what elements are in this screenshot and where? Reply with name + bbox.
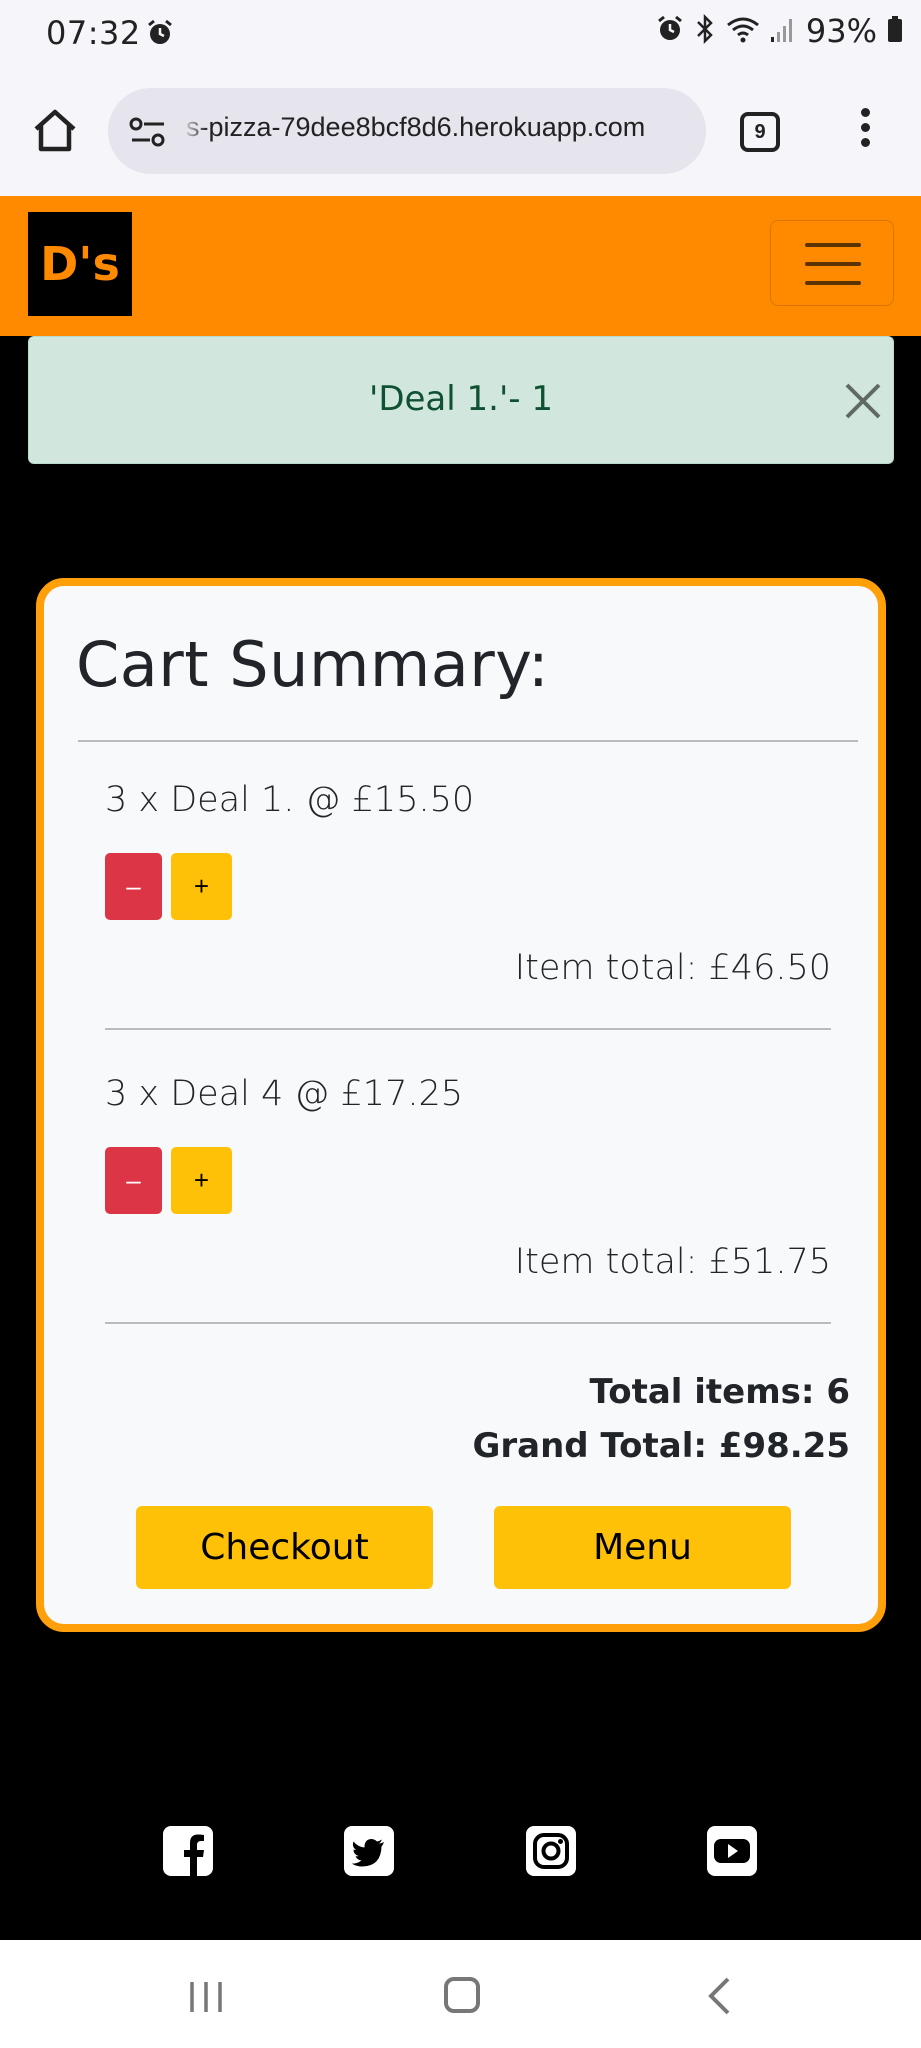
total-items: Total items: 6 bbox=[589, 1372, 850, 1412]
divider bbox=[78, 740, 858, 742]
cart-item-description: 3 x Deal 1. @ £15.50 bbox=[105, 780, 475, 820]
status-icons: 93% bbox=[656, 12, 903, 50]
youtube-icon[interactable] bbox=[707, 1826, 757, 1876]
page-title: Cart Summary: bbox=[76, 628, 550, 701]
close-icon[interactable] bbox=[841, 379, 885, 423]
increase-quantity-button[interactable]: + bbox=[171, 853, 232, 920]
item-total: Item total: £46.50 bbox=[514, 948, 831, 988]
wifi-icon bbox=[726, 15, 760, 48]
cart-item-description: 3 x Deal 4 @ £17.25 bbox=[105, 1074, 463, 1114]
more-options-icon[interactable] bbox=[850, 108, 880, 156]
alarm-icon bbox=[656, 15, 684, 48]
hamburger-menu-button[interactable] bbox=[770, 220, 894, 306]
increase-quantity-button[interactable]: + bbox=[171, 1147, 232, 1214]
signal-icon bbox=[770, 15, 796, 48]
twitter-icon[interactable] bbox=[344, 1826, 394, 1876]
bluetooth-icon bbox=[694, 13, 716, 49]
divider bbox=[105, 1322, 831, 1324]
decrease-quantity-button[interactable]: – bbox=[105, 1147, 162, 1214]
menu-button[interactable]: Menu bbox=[494, 1506, 791, 1589]
back-icon[interactable] bbox=[706, 1976, 732, 2021]
success-alert: 'Deal 1.'- 1 bbox=[28, 336, 894, 464]
battery-icon bbox=[887, 15, 903, 48]
grand-total: Grand Total: £98.25 bbox=[472, 1426, 850, 1466]
tab-switcher-button[interactable]: 9 bbox=[740, 112, 780, 152]
system-navigation-bar bbox=[0, 1940, 921, 2048]
site-settings-icon[interactable] bbox=[128, 115, 168, 154]
battery-percent: 93% bbox=[805, 12, 877, 50]
status-time: 07:32 bbox=[46, 14, 141, 52]
browser-toolbar: s-pizza-79dee8bcf8d6.herokuapp.com 9 bbox=[0, 66, 921, 196]
recent-apps-icon[interactable] bbox=[188, 1980, 224, 2019]
home-icon[interactable] bbox=[30, 105, 80, 155]
checkout-button[interactable]: Checkout bbox=[136, 1506, 433, 1589]
status-bar: 07:32 93% bbox=[0, 0, 921, 66]
site-navbar: D's bbox=[0, 196, 921, 336]
address-bar[interactable]: s-pizza-79dee8bcf8d6.herokuapp.com bbox=[108, 88, 706, 174]
item-total: Item total: £51.75 bbox=[514, 1242, 831, 1282]
alarm-icon bbox=[146, 19, 174, 52]
cart-summary-card: Cart Summary: 3 x Deal 1. @ £15.50 – + I… bbox=[36, 578, 886, 1632]
site-logo[interactable]: D's bbox=[28, 212, 132, 316]
url-text: s-pizza-79dee8bcf8d6.herokuapp.com bbox=[186, 112, 646, 142]
instagram-icon[interactable] bbox=[526, 1826, 576, 1876]
alert-message: 'Deal 1.'- 1 bbox=[368, 379, 554, 419]
divider bbox=[105, 1028, 831, 1030]
facebook-icon[interactable] bbox=[163, 1826, 213, 1876]
home-icon[interactable] bbox=[444, 1977, 480, 2013]
decrease-quantity-button[interactable]: – bbox=[105, 853, 162, 920]
